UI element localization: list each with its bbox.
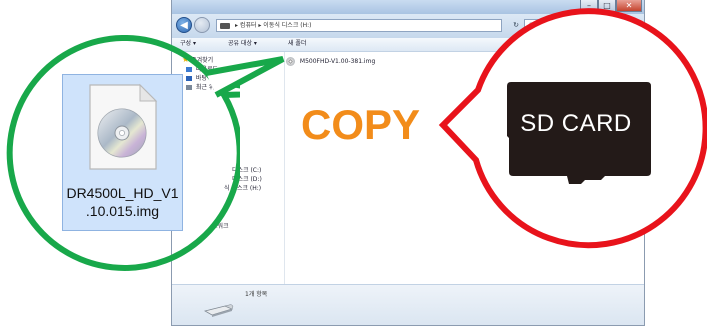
new-folder-button[interactable]: 새 폴더 [288,38,306,50]
copy-label: COPY [301,101,421,148]
disc-image-icon [286,57,295,66]
item-count: 1개 항목 [245,291,268,298]
file-label-line1: DR4500L_HD_V1 [66,185,179,201]
minimize-button[interactable]: – [580,0,598,12]
usb-drive-icon [204,304,234,317]
window-controls: – □ ✕ [580,0,642,12]
refresh-button[interactable]: ↻ [508,19,524,32]
disc-image-icon [89,83,158,170]
file-name: M500FHD-V1.00-381.img [299,58,376,65]
search-input[interactable]: 이동식 디스크 (H:) 검색 ⌕ [524,19,636,32]
search-icon: ⌕ [628,21,633,30]
close-button[interactable]: ✕ [616,0,642,12]
maximize-button[interactable]: □ [598,0,616,12]
drive-icon [220,23,230,29]
command-bar: 구성 ▾ 공유 대상 ▾ 새 폴더 [172,38,644,52]
forward-button[interactable] [194,17,210,33]
img-file-tile[interactable]: DR4500L_HD_V1 .10.015.img [62,74,183,231]
title-bar: – □ ✕ [172,0,644,14]
address-row: ◀ ▸ 컴퓨터 ▸ 이동식 디스크 (H:) ↻ 이동식 디스크 (H:) 검색… [172,14,644,38]
sd-card-label: SD CARD [520,110,632,137]
back-button[interactable]: ◀ [176,17,192,33]
file-label-line2: .10.015.img [85,203,160,219]
file-tile-label: DR4500L_HD_V1 .10.015.img [63,184,182,220]
status-bar: 1개 항목 [172,284,644,325]
file-item[interactable]: M500FHD-V1.00-381.img [286,56,375,68]
address-text: ▸ 컴퓨터 ▸ 이동식 디스크 (H:) [235,22,312,29]
search-placeholder: 이동식 디스크 (H:) 검색 [529,22,591,29]
address-bar[interactable]: ▸ 컴퓨터 ▸ 이동식 디스크 (H:) [216,19,502,32]
